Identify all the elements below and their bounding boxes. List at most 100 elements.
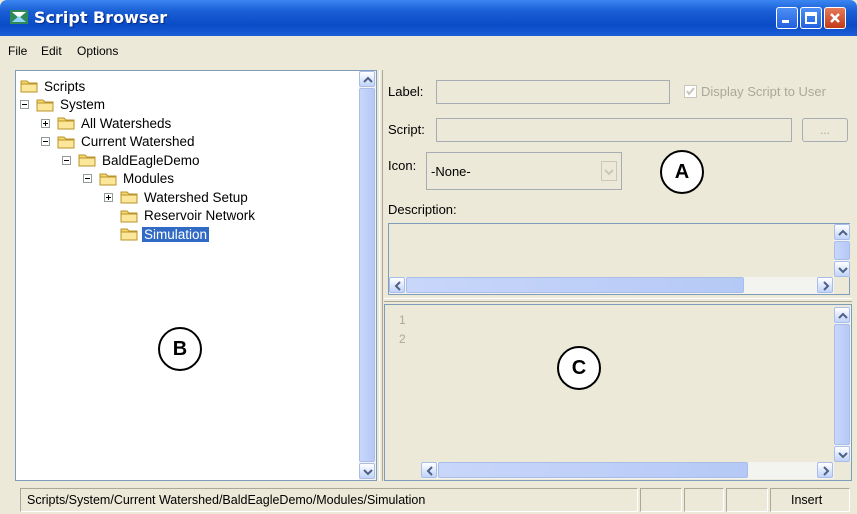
tree-item-label: System (60, 97, 106, 112)
folder-icon (99, 173, 117, 185)
tree-item-label: Current Watershed (81, 134, 195, 149)
status-insert-mode: Insert (770, 488, 850, 512)
description-horizontal-scrollbar[interactable] (389, 277, 834, 294)
title-bar[interactable]: Script Browser (0, 0, 857, 36)
maximize-icon (805, 12, 817, 24)
description-scroll-up-button[interactable] (834, 224, 850, 240)
expand-icon[interactable] (104, 192, 113, 202)
display-script-checkbox[interactable]: Display Script to User (684, 84, 826, 99)
folder-icon (20, 80, 38, 93)
script-caption: Script: (388, 122, 425, 137)
description-scroll-down-button[interactable] (834, 261, 850, 277)
collapse-icon[interactable] (20, 100, 29, 109)
tree-item[interactable]: Modules (83, 170, 176, 188)
minimize-icon (782, 20, 789, 23)
script-tree[interactable]: Scripts System All Watersheds Current Water… (15, 70, 377, 481)
script-input[interactable] (436, 118, 792, 142)
line-number-gutter: 1 2 (385, 305, 417, 480)
description-scroll-left-button[interactable] (389, 277, 405, 293)
status-cell-3 (726, 488, 768, 512)
description-textarea[interactable] (388, 223, 850, 295)
callout-a: A (660, 150, 704, 194)
chevron-up-icon (838, 229, 848, 236)
line-number: 1 (399, 313, 406, 327)
chevron-left-icon (394, 281, 401, 291)
maximize-button[interactable] (800, 7, 822, 29)
description-scroll-right-button[interactable] (817, 277, 833, 293)
status-cell-1 (640, 488, 682, 512)
tree-item[interactable]: Simulation (120, 225, 210, 243)
close-button[interactable] (824, 7, 846, 29)
collapse-icon[interactable] (41, 137, 50, 146)
tree-scroll-down-button[interactable] (359, 463, 375, 479)
script-properties-panel: Label: Display Script to User Script: ..… (384, 70, 852, 298)
editor-vertical-scrollbar[interactable] (834, 307, 851, 462)
browse-label: ... (819, 123, 830, 137)
tree-item[interactable]: BaldEagleDemo (62, 151, 202, 169)
tree-scroll-up-button[interactable] (359, 71, 375, 87)
description-scroll-thumb[interactable] (834, 241, 850, 260)
menu-edit[interactable]: Edit (41, 44, 62, 58)
chevron-up-icon (838, 312, 848, 319)
chevron-right-icon (823, 466, 830, 476)
description-vertical-scrollbar[interactable] (834, 224, 850, 277)
chevron-down-icon (838, 267, 848, 274)
label-input[interactable] (436, 80, 670, 104)
folder-icon (57, 117, 75, 130)
chevron-down-icon (363, 469, 373, 476)
menu-bar: File Edit Options (0, 36, 857, 64)
status-cell-2 (684, 488, 724, 512)
status-path: Scripts/System/Current Watershed/BaldEag… (20, 488, 638, 512)
window-title: Script Browser (34, 8, 168, 27)
editor-scroll-up-button[interactable] (834, 307, 850, 323)
chevron-down-icon (838, 452, 848, 459)
tree-vertical-scrollbar[interactable] (359, 71, 376, 480)
editor-scroll-left-button[interactable] (421, 462, 437, 478)
chevron-up-icon (363, 76, 373, 83)
editor-scroll-down-button[interactable] (834, 446, 850, 462)
collapse-icon[interactable] (83, 174, 92, 183)
description-caption: Description: (388, 202, 457, 217)
status-bar: Scripts/System/Current Watershed/BaldEag… (0, 484, 857, 514)
minimize-button[interactable] (776, 7, 798, 29)
folder-icon (120, 210, 138, 222)
browse-script-button[interactable]: ... (802, 118, 848, 142)
menu-options[interactable]: Options (77, 44, 118, 58)
editor-scroll-right-button[interactable] (817, 462, 833, 478)
editor-scroll-thumb[interactable] (834, 324, 850, 445)
display-script-label: Display Script to User (701, 84, 826, 99)
menu-file[interactable]: File (8, 44, 27, 58)
tree-item-label: Reservoir Network (144, 208, 256, 223)
collapse-icon[interactable] (62, 155, 71, 165)
tree-item-label: Modules (123, 171, 175, 186)
tree-item[interactable]: Scripts (20, 77, 87, 95)
tree-item-label: Scripts (44, 78, 86, 94)
script-editor[interactable]: 1 2 (384, 304, 852, 481)
description-hscroll-thumb[interactable] (406, 277, 744, 293)
tree-item[interactable]: Reservoir Network (120, 207, 257, 225)
chevron-down-icon (604, 169, 614, 176)
callout-b: B (158, 327, 202, 371)
callout-c: C (557, 346, 601, 390)
tree-item-label: BaldEagleDemo (102, 152, 200, 168)
icon-select-dropdown-button[interactable] (601, 161, 617, 181)
line-number: 2 (399, 332, 406, 346)
tree-item-label: Watershed Setup (144, 189, 248, 205)
label-caption: Label: (388, 84, 424, 99)
editor-horizontal-scrollbar[interactable] (421, 462, 834, 479)
expand-icon[interactable] (41, 118, 50, 128)
folder-icon (120, 228, 138, 241)
editor-hscroll-thumb[interactable] (438, 462, 748, 478)
tree-scroll-thumb[interactable] (359, 88, 375, 462)
vertical-splitter[interactable] (379, 70, 383, 481)
script-browser-window: Script Browser File Edit Options Scripts… (0, 0, 857, 514)
icon-select[interactable]: -None- (426, 152, 622, 190)
horizontal-splitter[interactable] (384, 298, 852, 302)
tree-item[interactable]: System (20, 96, 107, 114)
tree-item[interactable]: Watershed Setup (104, 188, 250, 206)
folder-icon (78, 154, 96, 167)
tree-item[interactable]: All Watersheds (41, 114, 173, 132)
checkbox-checked-icon (684, 85, 697, 98)
tree-item-label: All Watersheds (81, 115, 172, 131)
tree-item[interactable]: Current Watershed (41, 133, 197, 151)
